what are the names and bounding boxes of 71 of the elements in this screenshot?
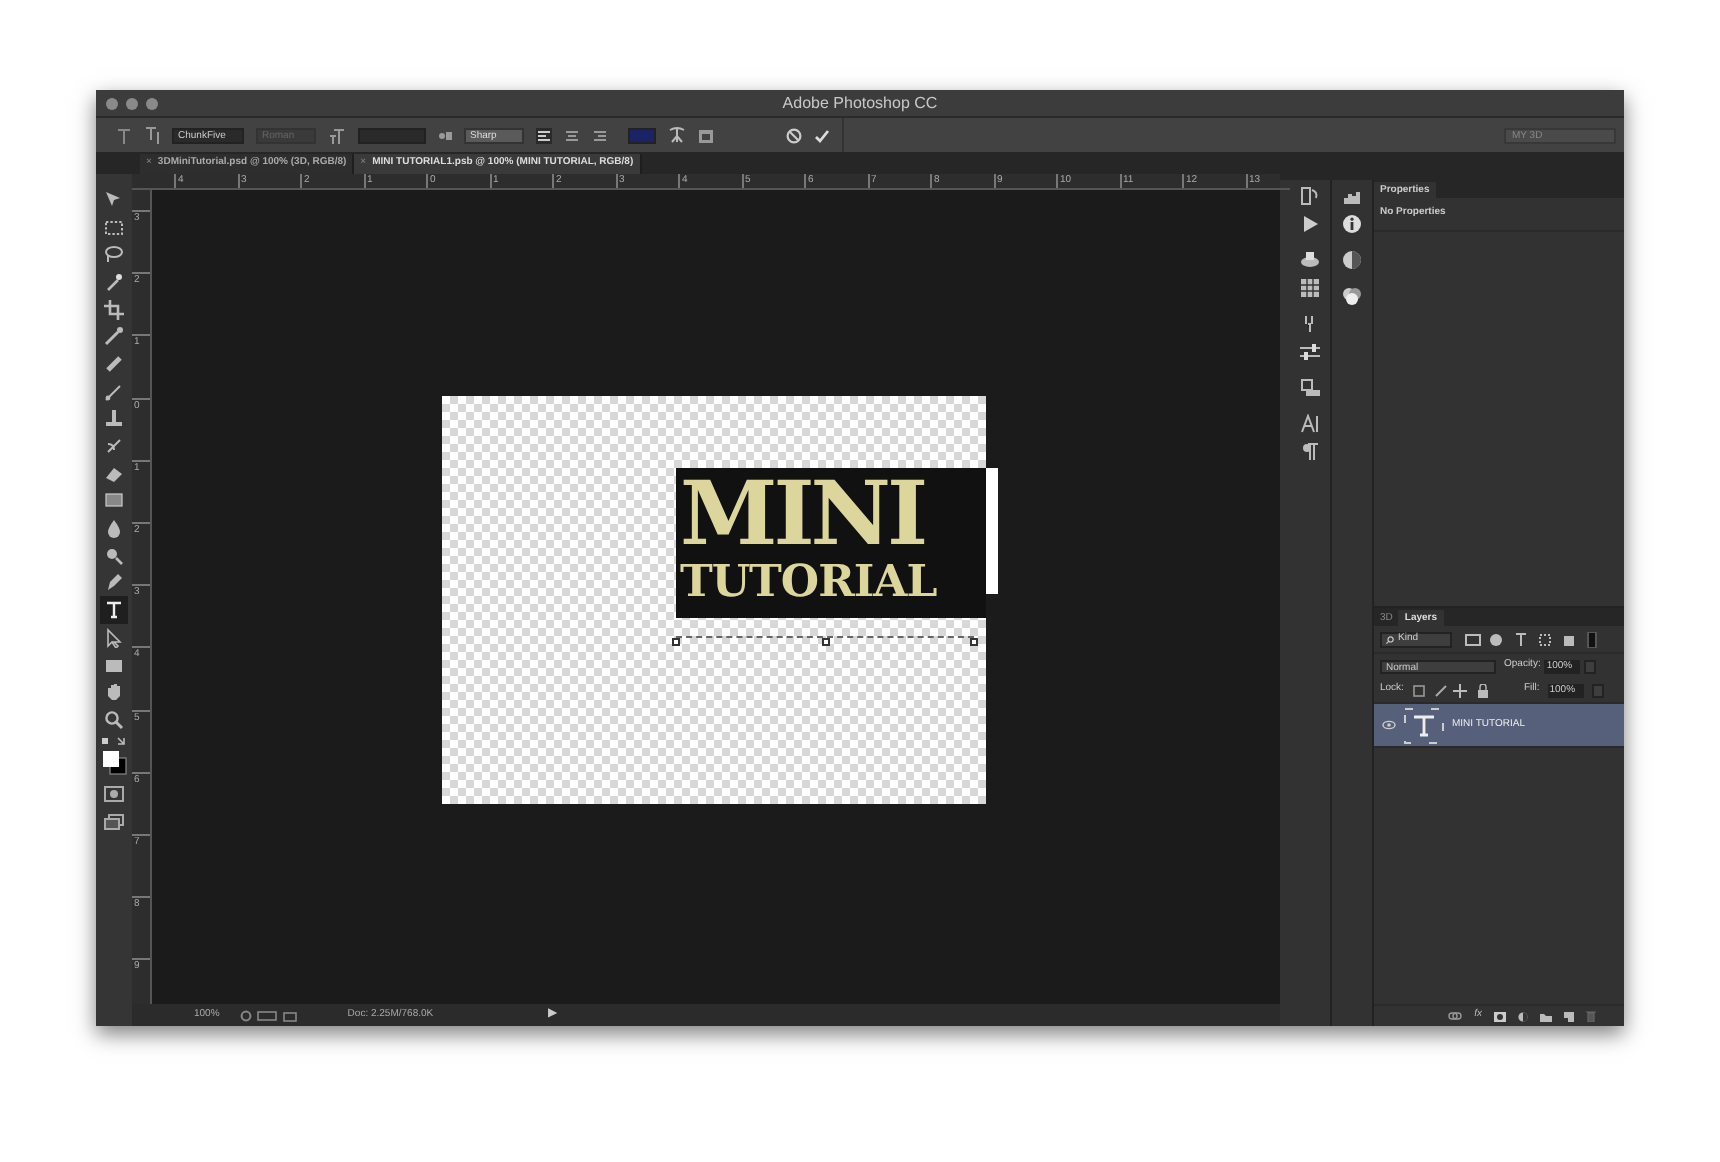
tool-button[interactable]: [100, 295, 128, 323]
eraser-icon: [104, 463, 124, 484]
info-icon[interactable]: [1342, 214, 1362, 234]
hand-icon: [104, 682, 124, 703]
link-icon[interactable]: [1448, 1012, 1463, 1020]
close-window-icon[interactable]: [106, 97, 118, 109]
zoom-window-icon[interactable]: [146, 97, 158, 109]
histogram-icon[interactable]: [1342, 186, 1362, 206]
bandage-icon: [104, 353, 124, 374]
move-tool-icon: [104, 189, 124, 210]
align-right-icon[interactable]: [592, 127, 608, 143]
commit-checkmark-icon[interactable]: [814, 127, 830, 143]
history-brush-icon: [104, 436, 124, 457]
align-left-icon[interactable]: [536, 127, 552, 143]
3d-icon[interactable]: [1300, 250, 1320, 270]
orientation-icon[interactable]: [144, 126, 160, 144]
magic-wand-icon: [104, 271, 124, 292]
swap-colors-icon[interactable]: [100, 735, 128, 748]
new-layer-icon[interactable]: [1564, 1011, 1574, 1021]
tool-button[interactable]: [100, 596, 128, 624]
screen-mode-icon[interactable]: [104, 813, 124, 830]
color-wheel-icon[interactable]: [1342, 250, 1362, 270]
search-icon: [1386, 635, 1394, 643]
mask-icon[interactable]: [1494, 1011, 1506, 1021]
stamp-icon: [104, 408, 124, 429]
window-title: Adobe Photoshop CC: [780, 95, 940, 111]
clone-source-icon[interactable]: [1300, 378, 1320, 398]
lock-icons[interactable]: [1411, 683, 1492, 697]
magnifier-icon: [104, 545, 124, 566]
font-size-icon: [328, 127, 346, 143]
font-size-field[interactable]: [358, 127, 426, 143]
transform-handle[interactable]: [970, 638, 978, 646]
swatches-grid-icon[interactable]: [1300, 278, 1320, 298]
sliders-icon[interactable]: [1300, 342, 1320, 362]
eye-icon[interactable]: [1382, 720, 1396, 730]
text-color-swatch[interactable]: [628, 127, 656, 143]
gradient-tool-icon: [104, 490, 124, 511]
folder-icon[interactable]: [1540, 1011, 1552, 1021]
pen-tool-icon: [104, 572, 124, 593]
transform-handle[interactable]: [822, 638, 830, 646]
transform-handle[interactable]: [672, 638, 680, 646]
selection-arrow-icon: [104, 627, 124, 648]
warp-text-icon[interactable]: [668, 126, 686, 144]
zoom-icon: [104, 709, 124, 730]
antialias-icon: [438, 130, 452, 140]
text-cursor-bar: [986, 468, 998, 594]
color-swatches-icon[interactable]: [101, 749, 127, 776]
drop-icon: [104, 518, 124, 539]
marquee-tool-icon: [104, 217, 124, 238]
type-tool-icon: [104, 600, 124, 621]
crop-tool-icon: [104, 299, 124, 320]
type-tool-icon[interactable]: [116, 127, 132, 143]
minimize-window-icon[interactable]: [126, 97, 138, 109]
title-text: MINI: [680, 474, 925, 558]
lasso-tool-icon: [104, 244, 124, 265]
align-center-icon[interactable]: [564, 127, 580, 143]
character-icon[interactable]: [1300, 414, 1320, 434]
subtitle-text: TUTORIAL: [680, 558, 939, 606]
styles-icon[interactable]: [1342, 286, 1362, 306]
tool-button[interactable]: [100, 322, 128, 351]
adjustment-icon[interactable]: [1518, 1011, 1528, 1021]
quick-mask-icon[interactable]: [104, 785, 124, 802]
panels-icon[interactable]: [698, 127, 714, 143]
history-icon[interactable]: [1300, 186, 1320, 206]
play-icon[interactable]: [1300, 214, 1320, 234]
brush-icon: [104, 381, 124, 402]
rectangle-tool-icon: [104, 655, 124, 676]
eyedropper-icon: [104, 326, 124, 347]
cancel-icon[interactable]: [786, 127, 802, 143]
paragraph-icon[interactable]: [1300, 442, 1320, 462]
tool-button[interactable]: [100, 706, 128, 734]
